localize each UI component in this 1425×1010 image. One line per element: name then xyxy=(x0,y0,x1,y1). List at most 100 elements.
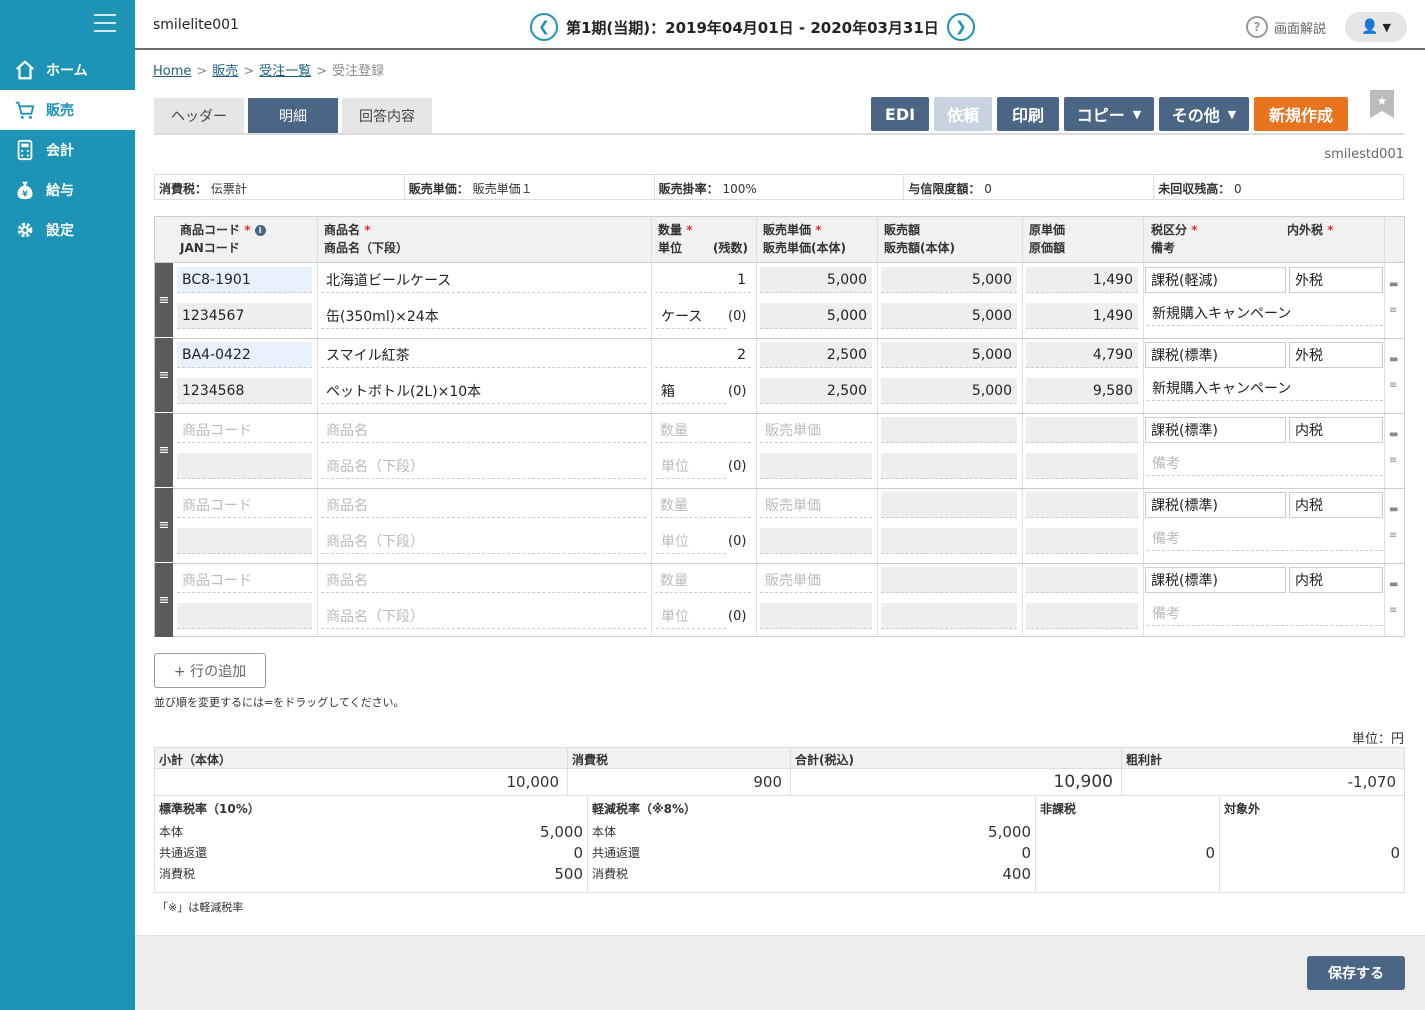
sidebar-item-payroll[interactable]: ¥ 給与 xyxy=(0,170,135,210)
product-name-input[interactable]: 商品名 xyxy=(321,567,646,593)
tax-incl-select[interactable]: 内税 xyxy=(1289,567,1383,593)
jan-code-input[interactable] xyxy=(177,528,312,554)
sale-amount: 5,000 xyxy=(881,342,1017,368)
cost-amount xyxy=(1026,528,1138,554)
list-icon[interactable]: ≡ xyxy=(1389,530,1399,541)
jan-code-input[interactable] xyxy=(177,453,312,479)
product-name-input[interactable]: スマイル紅茶 xyxy=(321,342,646,368)
drag-handle-icon[interactable]: ≡ xyxy=(155,263,173,337)
sale-price-input[interactable]: 販売単価 xyxy=(760,567,872,593)
next-period-icon[interactable]: ❯ xyxy=(946,13,975,41)
unit-input[interactable]: 単位 xyxy=(656,603,726,629)
sale-amount-body: 5,000 xyxy=(881,378,1017,404)
product-name-input[interactable]: 商品名 xyxy=(321,417,646,443)
tax-incl-select[interactable]: 外税 xyxy=(1289,342,1383,368)
other-button[interactable]: その他 ▼ xyxy=(1159,97,1249,131)
product-name-input[interactable]: 商品名 xyxy=(321,492,646,518)
request-button[interactable]: 依頼 xyxy=(934,97,992,131)
list-icon[interactable]: ≡ xyxy=(1389,455,1399,466)
quantity-input[interactable]: 2 xyxy=(655,342,751,368)
tab-detail[interactable]: 明細 xyxy=(248,98,338,134)
product-name2-input[interactable]: 商品名（下段） xyxy=(321,528,646,554)
quantity-input[interactable]: 1 xyxy=(655,267,751,293)
jan-code-input[interactable]: 1234567 xyxy=(177,303,312,329)
product-name2-input[interactable]: ペットボトル(2L)×10本 xyxy=(321,378,646,404)
sidebar-item-settings[interactable]: 設定 xyxy=(0,210,135,250)
tab-response[interactable]: 回答内容 xyxy=(342,98,432,134)
user-menu-button[interactable]: 👤 ▼ xyxy=(1345,12,1407,42)
sale-price-body-input xyxy=(760,603,872,629)
comment-icon[interactable]: ▬ xyxy=(1389,354,1399,365)
unit-input[interactable]: 単位 xyxy=(656,453,726,479)
add-row-button[interactable]: + 行の追加 xyxy=(154,653,266,688)
comment-icon[interactable]: ▬ xyxy=(1389,579,1399,590)
print-button[interactable]: 印刷 xyxy=(997,97,1059,131)
jan-code-input[interactable] xyxy=(177,603,312,629)
hamburger-menu-icon[interactable] xyxy=(94,14,116,34)
tax-class-select[interactable]: 課税(標準) xyxy=(1145,492,1286,518)
unit-input[interactable]: ケース xyxy=(656,303,726,329)
sale-price-input[interactable]: 2,500 xyxy=(760,342,872,368)
drag-handle-icon[interactable]: ≡ xyxy=(155,488,173,562)
drag-handle-icon[interactable]: ≡ xyxy=(155,563,173,637)
product-name-input[interactable]: 北海道ビールケース xyxy=(321,267,646,293)
product-code-input[interactable]: 商品コード xyxy=(177,417,312,443)
tax-incl-select[interactable]: 内税 xyxy=(1289,417,1383,443)
product-name2-input[interactable]: 缶(350ml)×24本 xyxy=(321,303,646,329)
edi-button[interactable]: EDI xyxy=(871,97,929,131)
sidebar-item-home[interactable]: ホーム xyxy=(0,50,135,90)
sale-price-input[interactable]: 5,000 xyxy=(760,267,872,293)
info-price: 販売単価： 販売単価１ xyxy=(405,175,655,199)
bookmark-star-icon[interactable]: ★ xyxy=(1370,90,1394,118)
product-code-input[interactable]: 商品コード xyxy=(177,492,312,518)
product-name2-input[interactable]: 商品名（下段） xyxy=(321,603,646,629)
product-code-input[interactable]: BC8-1901 xyxy=(177,267,312,293)
remarks-input[interactable]: 備考 xyxy=(1147,450,1383,476)
tab-header[interactable]: ヘッダー xyxy=(154,98,244,134)
unit-input[interactable]: 箱 xyxy=(656,378,726,404)
company-name: smilelite001 xyxy=(153,17,239,33)
comment-icon[interactable]: ▬ xyxy=(1389,429,1399,440)
quantity-input[interactable]: 数量 xyxy=(655,417,751,443)
tax-incl-select[interactable]: 内税 xyxy=(1289,492,1383,518)
list-icon[interactable]: ≡ xyxy=(1389,605,1399,616)
sale-price-input[interactable]: 販売単価 xyxy=(760,492,872,518)
remarks-input[interactable]: 新規購入キャンペーン xyxy=(1147,300,1383,326)
list-icon[interactable]: ≡ xyxy=(1389,305,1399,316)
breadcrumb-sales[interactable]: 販売 xyxy=(212,64,238,79)
product-code-input[interactable]: BA4-0422 xyxy=(177,342,312,368)
tax-class-select[interactable]: 課税(標準) xyxy=(1145,417,1286,443)
tax-class-select[interactable]: 課税(標準) xyxy=(1145,342,1286,368)
breadcrumb-order-list[interactable]: 受注一覧 xyxy=(259,64,311,79)
product-code-input[interactable]: 商品コード xyxy=(177,567,312,593)
sidebar-item-sales[interactable]: 販売 xyxy=(0,90,135,130)
help-button[interactable]: ? 画面解説 xyxy=(1246,16,1326,38)
sale-amount-body xyxy=(881,453,1017,479)
tax-incl-select[interactable]: 外税 xyxy=(1289,267,1383,293)
drag-handle-icon[interactable]: ≡ xyxy=(155,338,173,412)
drag-handle-icon[interactable]: ≡ xyxy=(155,413,173,487)
tax-class-select[interactable]: 課税(軽減) xyxy=(1145,267,1286,293)
sale-price-input[interactable]: 販売単価 xyxy=(760,417,872,443)
quantity-input[interactable]: 数量 xyxy=(655,567,751,593)
remarks-input[interactable]: 新規購入キャンペーン xyxy=(1147,375,1383,401)
copy-button[interactable]: コピー ▼ xyxy=(1064,97,1154,131)
comment-icon[interactable]: ▬ xyxy=(1389,279,1399,290)
comment-icon[interactable]: ▬ xyxy=(1389,504,1399,515)
quantity-input[interactable]: 数量 xyxy=(655,492,751,518)
unit-input[interactable]: 単位 xyxy=(656,528,726,554)
product-name2-input[interactable]: 商品名（下段） xyxy=(321,453,646,479)
sidebar-item-accounting[interactable]: 会計 xyxy=(0,130,135,170)
info-icon[interactable]: i xyxy=(254,225,266,236)
prev-period-icon[interactable]: ❮ xyxy=(530,13,558,41)
tax-class-select[interactable]: 課税(標準) xyxy=(1145,567,1286,593)
row-divider xyxy=(173,563,1404,564)
list-icon[interactable]: ≡ xyxy=(1389,380,1399,391)
remarks-input[interactable]: 備考 xyxy=(1147,525,1383,551)
remarks-input[interactable]: 備考 xyxy=(1147,600,1383,626)
new-button[interactable]: 新規作成 xyxy=(1254,97,1348,131)
save-button[interactable]: 保存する xyxy=(1307,956,1405,990)
breadcrumb-home[interactable]: Home xyxy=(153,64,191,79)
question-icon: ? xyxy=(1246,16,1268,38)
jan-code-input[interactable]: 1234568 xyxy=(177,378,312,404)
